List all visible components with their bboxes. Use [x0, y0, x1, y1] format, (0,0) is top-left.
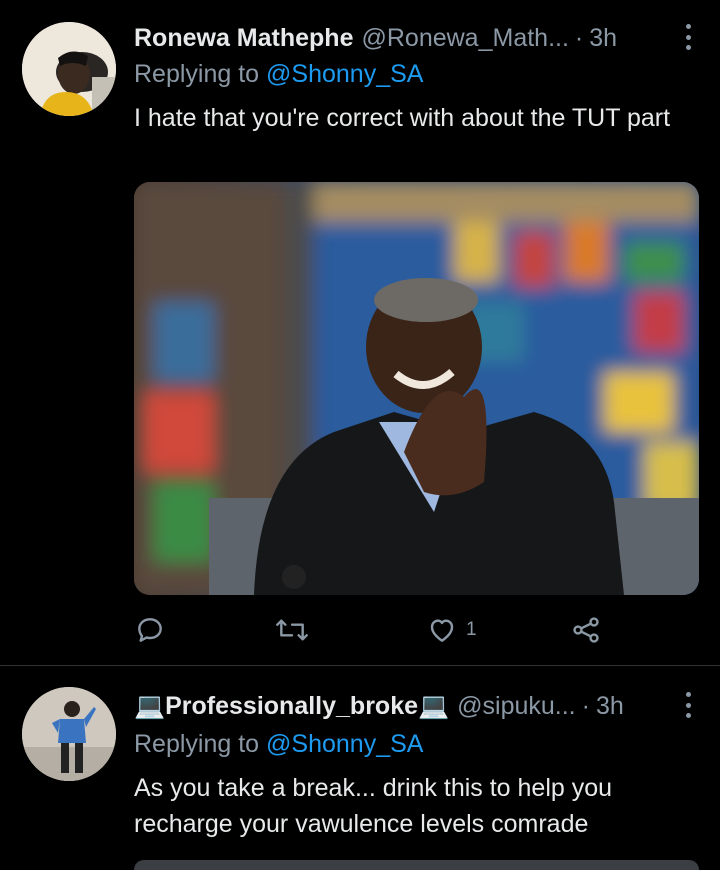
tweet-text: As you take a break... drink this to hel…	[134, 774, 613, 838]
replying-to: Replying to @Shonny_SA	[134, 728, 423, 760]
tweet-actions: 1	[134, 612, 614, 648]
tweet[interactable]: Ronewa Mathephe @Ronewa_Math... · 3h Rep…	[0, 0, 720, 665]
heart-icon	[430, 619, 454, 642]
timestamp[interactable]: 3h	[589, 22, 617, 54]
tweet-image[interactable]	[134, 182, 699, 595]
author-name[interactable]: Ronewa Mathephe	[134, 22, 353, 54]
like-button[interactable]: 1	[426, 612, 477, 648]
retweet-icon	[276, 619, 308, 641]
more-icon[interactable]	[678, 24, 698, 50]
tweet-header: Ronewa Mathephe @Ronewa_Math... · 3h	[134, 22, 684, 54]
tweet-image[interactable]	[134, 860, 699, 870]
replying-prefix: Replying to	[134, 60, 260, 88]
tweet-text: I hate that you're correct with about th…	[134, 104, 671, 132]
reply-icon	[138, 618, 162, 642]
author-name[interactable]: 💻Professionally_broke💻	[134, 690, 449, 722]
separator: ·	[574, 24, 584, 52]
replying-to: Replying to @Shonny_SA	[134, 58, 423, 90]
tweet-photo	[134, 182, 699, 595]
mention-link[interactable]: @Shonny_SA	[266, 730, 423, 758]
separator: ·	[581, 692, 590, 720]
share-button[interactable]	[570, 612, 602, 648]
timestamp[interactable]: 3h	[596, 690, 624, 722]
like-count: 1	[466, 619, 477, 640]
retweet-button[interactable]	[274, 612, 310, 648]
mention-link[interactable]: @Shonny_SA	[266, 60, 423, 88]
avatar[interactable]	[22, 22, 116, 116]
tweet-header: 💻Professionally_broke💻 @sipuku... · 3h	[134, 690, 684, 722]
avatar-photo	[22, 22, 116, 116]
author-handle[interactable]: @sipuku...	[457, 690, 575, 722]
replying-prefix: Replying to	[134, 730, 260, 758]
share-icon	[573, 617, 599, 643]
more-icon[interactable]	[678, 692, 698, 718]
tweet[interactable]: 💻Professionally_broke💻 @sipuku... · 3h R…	[0, 666, 720, 870]
avatar[interactable]	[22, 687, 116, 781]
avatar-photo	[22, 687, 116, 781]
author-handle[interactable]: @Ronewa_Math...	[361, 22, 568, 54]
reply-button[interactable]	[134, 612, 166, 648]
